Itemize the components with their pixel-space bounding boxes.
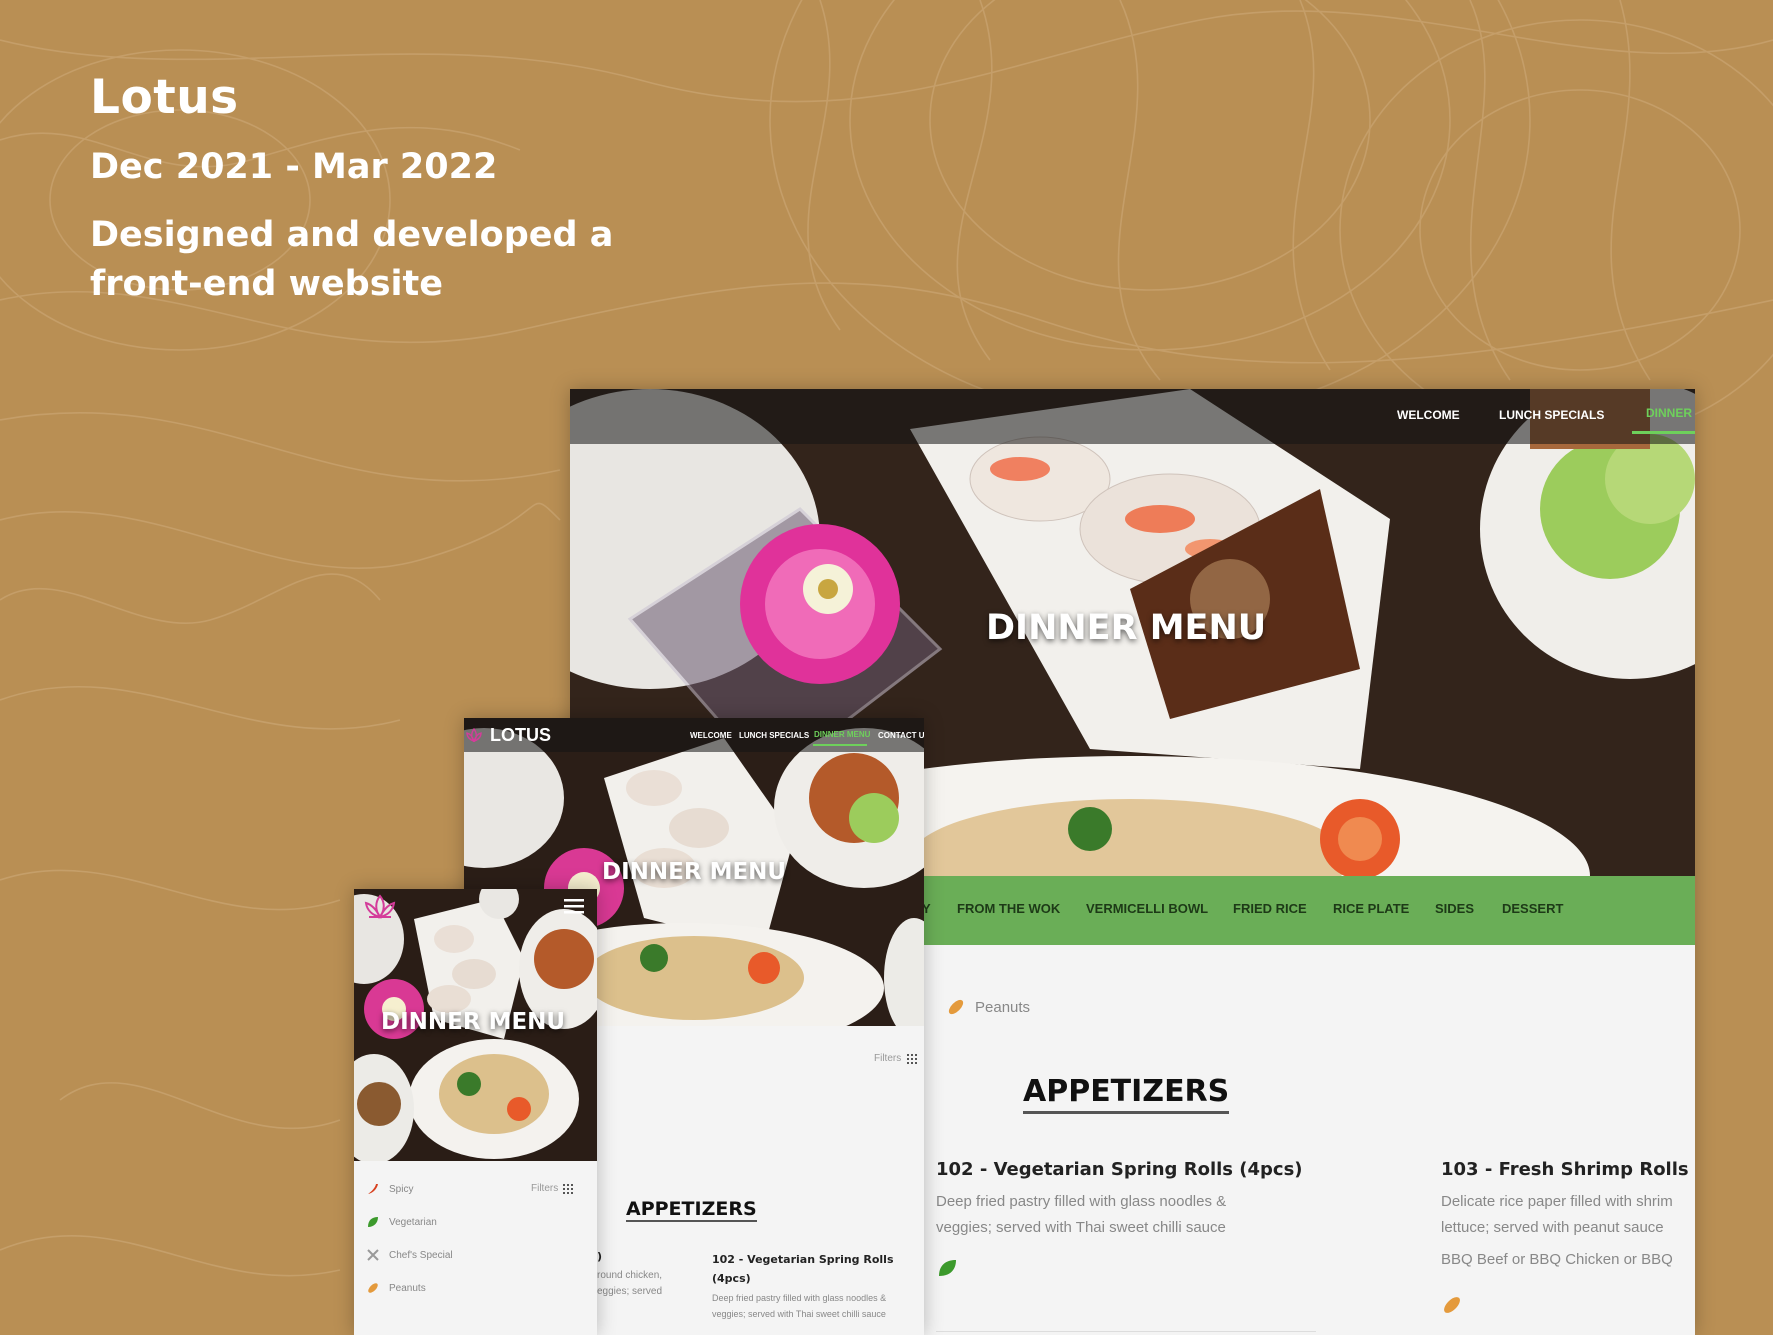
legend-label: Spicy: [389, 1183, 414, 1195]
project-dates: Dec 2021 - Mar 2022: [90, 147, 498, 187]
filters-button[interactable]: Filters: [874, 1053, 918, 1064]
filters-label: Filters: [531, 1183, 559, 1194]
lotus-logo-icon[interactable]: [362, 893, 398, 921]
nav-welcome[interactable]: WELCOME: [690, 731, 732, 740]
category-fried-rice[interactable]: FRIED RICE: [1233, 901, 1307, 916]
project-intro: Lotus Dec 2021 - Mar 2022 Designed and d…: [90, 70, 670, 309]
filters-button[interactable]: Filters: [531, 1183, 574, 1194]
menu-item-desc-partial: round chicken, eggies; served: [597, 1270, 663, 1297]
menu-item-name: 103 - Fresh Shrimp Rolls (2: [1441, 1159, 1695, 1180]
legend-label: Peanuts: [975, 998, 1031, 1016]
peanut-icon: [1444, 1297, 1460, 1313]
filters-label: Filters: [874, 1053, 902, 1064]
project-title: Lotus: [90, 70, 239, 125]
menu-item-name: 102 - Vegetarian Spring Rolls (4pcs): [936, 1159, 1303, 1180]
legend-chefs-special[interactable]: Chef's Special: [366, 1248, 453, 1262]
category-rice-plate[interactable]: RICE PLATE: [1333, 901, 1409, 916]
chili-icon: [368, 1184, 378, 1194]
grid-icon: [563, 1183, 574, 1194]
category-vermicelli-bowl[interactable]: VERMICELLI BOWL: [1086, 901, 1208, 916]
crossed-utensils-icon: [367, 1249, 379, 1261]
mobile-screenshot: DINNER MENU Filters Spicy Vegetarian Che…: [354, 889, 597, 1335]
menu-item-name: 102 - Vegetarian Spring Rolls (4pcs): [712, 1253, 894, 1285]
legend-label: Peanuts: [389, 1282, 426, 1294]
menu-item-options: BBQ Beef or BBQ Chicken or BBQ: [1441, 1251, 1673, 1268]
menu-item-desc: Deep fried pastry filled with glass nood…: [712, 1293, 887, 1319]
tablet-nav-bar: LOTUS WELCOME LUNCH SPECIALS DINNER MENU…: [464, 718, 924, 752]
legend-label: Vegetarian: [389, 1216, 437, 1228]
legend-peanuts: Peanuts: [946, 997, 1030, 1017]
menu-item-desc: Delicate rice paper filled with shrim le…: [1441, 1193, 1673, 1236]
hero-banner: DINNER MENU: [354, 889, 597, 1161]
nav-contact-us[interactable]: CONTACT US: [878, 731, 924, 740]
hero-title: DINNER MENU: [986, 608, 1267, 648]
category-dessert[interactable]: DESSERT: [1502, 901, 1563, 916]
nav-dinner[interactable]: DINNER: [1646, 406, 1692, 420]
item-divider: [936, 1331, 1316, 1332]
peanut-icon: [948, 999, 964, 1015]
section-title-appetizers: APPETIZERS: [626, 1198, 757, 1222]
category-from-the-wok[interactable]: FROM THE WOK: [957, 901, 1060, 916]
hamburger-menu-icon[interactable]: [564, 898, 584, 914]
section-title-appetizers: APPETIZERS: [1023, 1074, 1230, 1114]
nav-active-indicator: [1632, 431, 1695, 434]
nav-lunch-specials[interactable]: LUNCH SPECIALS: [1499, 408, 1604, 422]
legend-spicy[interactable]: Spicy: [366, 1182, 413, 1196]
legend-label: Chef's Special: [389, 1249, 453, 1261]
legend-vegetarian[interactable]: Vegetarian: [366, 1215, 437, 1229]
leaf-icon: [939, 1260, 956, 1276]
category-sides[interactable]: SIDES: [1435, 901, 1474, 916]
brand-name[interactable]: LOTUS: [490, 725, 551, 746]
project-description: Designed and developed a front-end websi…: [90, 215, 614, 304]
nav-lunch-specials[interactable]: LUNCH SPECIALS: [739, 731, 809, 740]
lotus-logo-icon: [466, 727, 482, 742]
peanut-icon: [368, 1283, 378, 1293]
nav-dinner-menu[interactable]: DINNER MENU: [814, 730, 870, 739]
leaf-icon: [368, 1217, 378, 1227]
desktop-nav-bar: WELCOME LUNCH SPECIALS DINNER: [570, 389, 1695, 444]
menu-item-desc: Deep fried pastry filled with glass nood…: [936, 1193, 1227, 1236]
legend-peanuts[interactable]: Peanuts: [366, 1281, 426, 1295]
hero-title: DINNER MENU: [602, 859, 787, 885]
hero-title: DINNER MENU: [381, 1009, 566, 1035]
menu-item-name-partial: ): [597, 1250, 603, 1263]
nav-welcome[interactable]: WELCOME: [1397, 408, 1460, 422]
nav-active-indicator: [813, 744, 867, 746]
grid-icon: [907, 1053, 918, 1064]
